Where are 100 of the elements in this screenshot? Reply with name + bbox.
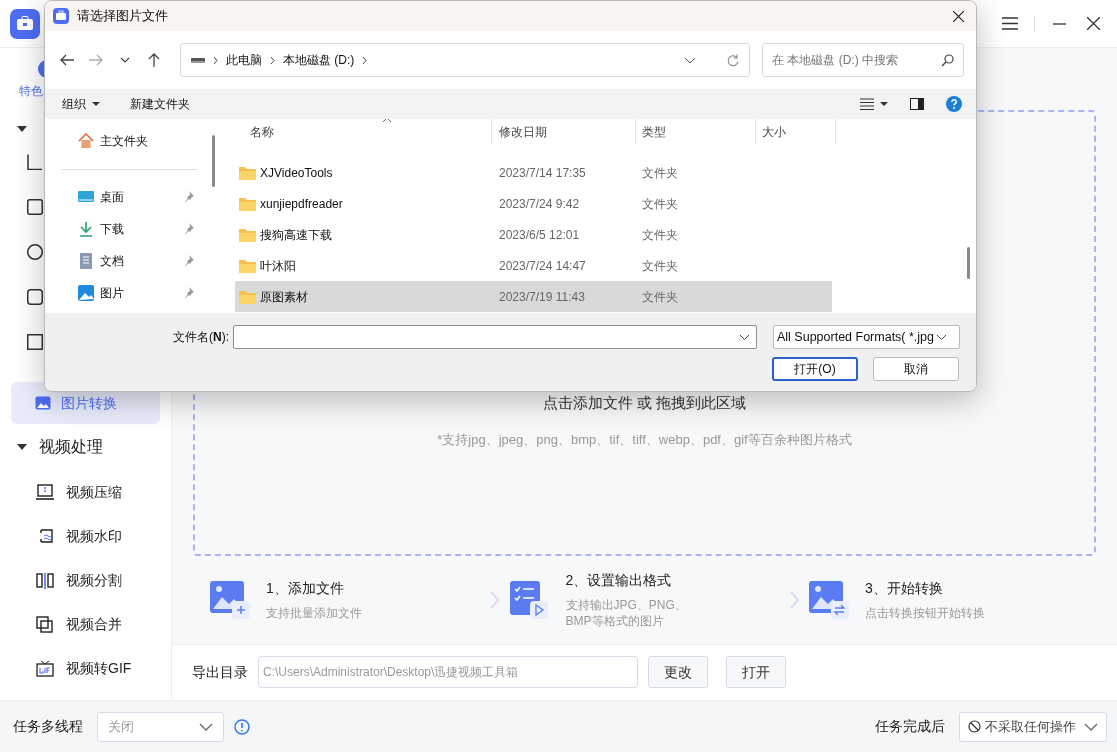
file-type: 文件夹 [641, 257, 679, 275]
after-task-dropdown[interactable]: 不采取任何操作 [959, 711, 1107, 742]
folder-icon [239, 227, 256, 242]
open-button[interactable]: 打开 [726, 656, 786, 689]
step-title: 2、设置输出格式 [565, 571, 673, 591]
drop-zone-title: 点击添加文件 或 拖拽到此区域 [542, 393, 747, 413]
back-arrow-icon[interactable] [59, 52, 75, 68]
docs-icon [78, 253, 94, 269]
info-icon [234, 718, 250, 735]
chevron-down-icon [199, 722, 213, 731]
step-title: 1、添加文件 [266, 579, 345, 599]
folder-icon [239, 165, 256, 180]
file-name: 原图素材 [260, 288, 308, 306]
filename-field[interactable] [233, 325, 757, 349]
nav-item[interactable]: 图片 [78, 277, 206, 309]
scrollbar-thumb[interactable] [967, 247, 970, 279]
close-icon[interactable] [953, 10, 964, 22]
file-type: 文件夹 [641, 164, 679, 182]
nav-item[interactable]: 下载 [78, 213, 206, 245]
chevron-right-icon [490, 590, 500, 609]
tool-icon [27, 199, 43, 215]
file-row[interactable]: XJVideoTools 2023/7/14 17:35 文件夹 [235, 157, 832, 188]
sidebar-item[interactable]: 视频分割 [0, 558, 171, 602]
sidebar-item[interactable]: 视频压缩 [0, 470, 171, 514]
file-row[interactable]: 叶沐阳 2023/7/24 14:47 文件夹 [235, 250, 832, 281]
file-name: 搜狗高速下载 [260, 226, 332, 244]
file-type-dropdown[interactable]: All Supported Formats( *.jpg [773, 325, 960, 349]
app-logo-icon [53, 8, 69, 24]
sidebar-item[interactable]: 视频合并 [0, 602, 171, 646]
tool-icon [27, 154, 43, 170]
sidebar-item[interactable]: 视频水印 [0, 514, 171, 558]
step-description: 点击转换按钮开始转换 [865, 605, 986, 622]
section-title[interactable]: 视频处理 [39, 435, 103, 459]
folder-icon [239, 289, 256, 304]
breadcrumb-item[interactable]: 此电脑 [226, 51, 262, 69]
desktop-icon [78, 189, 94, 205]
menu-icon[interactable] [1002, 17, 1018, 30]
nav-item[interactable]: 主文件夹 [78, 125, 206, 157]
step-title: 3、开始转换 [865, 579, 944, 599]
refresh-icon [726, 53, 739, 67]
feature-tab[interactable]: 特色 [19, 84, 43, 98]
change-button[interactable]: 更改 [648, 656, 708, 689]
column-header[interactable]: 大小 [756, 119, 836, 145]
column-header[interactable]: 类型 [636, 119, 756, 145]
multithread-label: 任务多线程 [13, 717, 83, 736]
file-date: 2023/7/24 14:47 [498, 257, 587, 275]
help-icon[interactable] [946, 96, 962, 112]
pictures-icon [78, 285, 94, 301]
file-row[interactable]: 搜狗高速下载 2023/6/5 12:01 文件夹 [235, 219, 832, 250]
nav-item[interactable]: 桌面 [78, 181, 206, 213]
file-date: 2023/7/24 9:42 [498, 195, 581, 213]
file-date: 2023/7/19 11:43 [498, 288, 586, 306]
open-button[interactable]: 打开(O) [772, 357, 858, 381]
app-logo-icon [10, 8, 40, 39]
export-label: 导出目录 [192, 662, 248, 682]
file-row[interactable]: 原图素材 2023/7/19 11:43 文件夹 [235, 281, 832, 312]
new-folder-button[interactable]: 新建文件夹 [130, 95, 190, 113]
file-name: XJVideoTools [260, 164, 333, 182]
download-icon [78, 221, 94, 237]
search-icon [941, 54, 954, 67]
sidebar-item[interactable]: 视频转GIF [0, 646, 171, 690]
breadcrumb-item[interactable]: 本地磁盘 (D:) [283, 51, 355, 69]
address-bar[interactable]: 此电脑 本地磁盘 (D:) [180, 43, 750, 77]
chevron-right-icon [362, 55, 368, 65]
chevron-down-icon [739, 333, 750, 341]
tool-icon [36, 483, 54, 501]
file-name: 叶沐阳 [260, 257, 296, 275]
drive-icon [191, 56, 205, 64]
cancel-button[interactable]: 取消 [873, 357, 959, 381]
tool-icon [27, 334, 43, 350]
organize-menu[interactable]: 组织 [62, 95, 100, 113]
filename-label: 文件名(N): [173, 329, 229, 346]
chevron-right-icon [789, 590, 799, 609]
minimize-icon[interactable] [1053, 22, 1066, 25]
search-field[interactable]: 在 本地磁盘 (D:) 中搜索 [762, 43, 964, 77]
view-options-icon[interactable] [860, 97, 888, 111]
preview-pane-icon[interactable] [910, 98, 924, 110]
up-arrow-icon[interactable] [146, 52, 162, 68]
caret-down-icon [92, 102, 100, 106]
folder-icon [239, 196, 256, 211]
nav-item[interactable]: 文档 [78, 245, 206, 277]
step-description: 支持批量添加文件 [266, 605, 363, 622]
step-description: 支持输出JPG、PNG、BMP等格式的图片 [565, 597, 688, 630]
column-header[interactable]: 修改日期 [492, 119, 636, 145]
column-header[interactable]: 名称 [235, 119, 492, 145]
chevron-down-icon [936, 333, 947, 341]
chevron-down-icon [1084, 722, 1098, 731]
file-type: 文件夹 [641, 288, 679, 306]
tool-icon [36, 615, 54, 633]
step-image-icon [210, 580, 250, 619]
tool-icon [36, 571, 54, 589]
dialog-title: 请选择图片文件 [77, 7, 168, 26]
file-name: xunjiepdfreader [260, 195, 343, 213]
file-type: 文件夹 [641, 226, 679, 244]
tool-icon [27, 289, 43, 305]
scrollbar-thumb[interactable] [212, 135, 215, 187]
file-row[interactable]: xunjiepdfreader 2023/7/24 9:42 文件夹 [235, 188, 832, 219]
file-date: 2023/6/5 12:01 [498, 226, 581, 244]
close-icon[interactable] [1087, 17, 1100, 30]
chevron-right-icon [213, 55, 218, 65]
